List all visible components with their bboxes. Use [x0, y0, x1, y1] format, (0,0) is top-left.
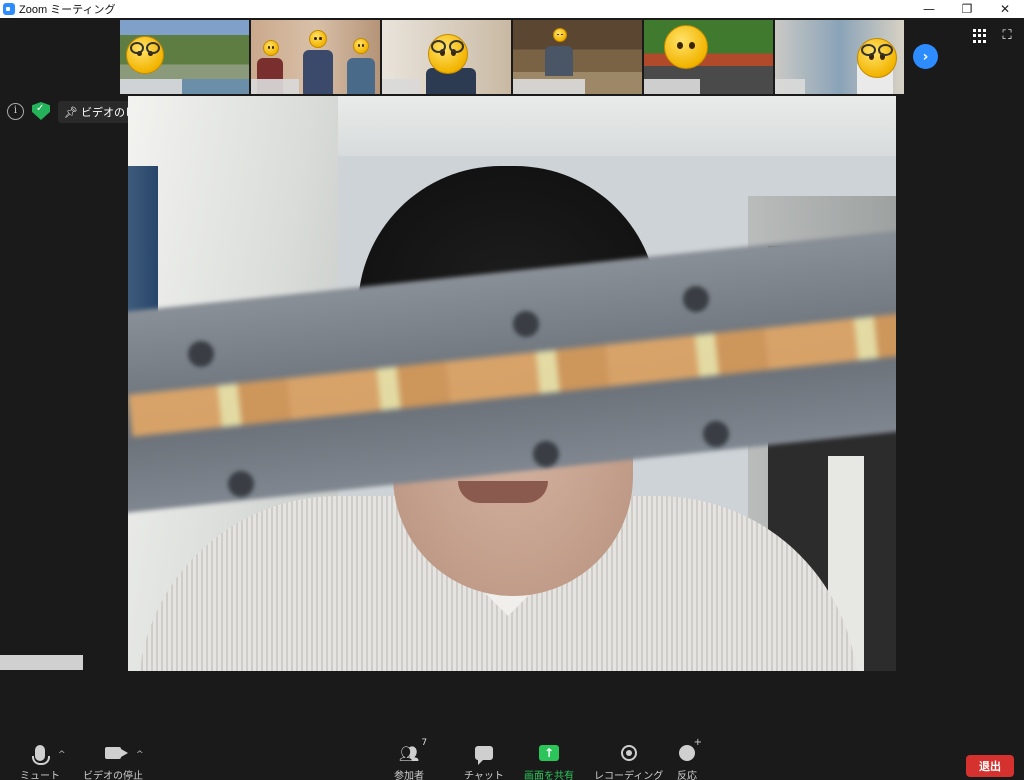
share-screen-icon: ↑ — [539, 745, 559, 761]
name-bar — [775, 79, 805, 94]
audio-options-caret[interactable]: ^ — [58, 750, 66, 760]
name-bar — [644, 79, 700, 94]
stop-video-button[interactable]: ビデオの停止 — [83, 740, 143, 780]
bolt — [228, 471, 254, 497]
face-emoji-icon — [309, 30, 327, 48]
gallery-strip — [120, 20, 904, 94]
minimize-button[interactable]: — — [910, 0, 948, 18]
stop-video-label: ビデオの停止 — [83, 771, 143, 780]
mute-label: ミュート — [20, 771, 60, 780]
video-camera-icon — [105, 747, 128, 759]
mouth — [458, 481, 548, 503]
glasses-icon — [878, 44, 893, 56]
video-options-caret[interactable]: ^ — [136, 750, 144, 760]
participant-thumbnail[interactable] — [120, 20, 249, 94]
face-emoji-icon — [126, 36, 164, 74]
close-button[interactable]: ✕ — [986, 0, 1024, 18]
share-screen-button[interactable]: ↑ 画面を共有 — [524, 740, 574, 780]
participants-count: 7 — [421, 737, 428, 748]
participants-icon: 👥︎ 7 — [398, 737, 428, 763]
window-controls: — ❐ ✕ — [910, 0, 1024, 18]
chevron-right-icon[interactable]: › — [913, 44, 938, 69]
main-video — [128, 96, 896, 671]
chat-button[interactable]: チャット — [464, 740, 504, 780]
person — [303, 50, 333, 94]
record-icon — [620, 745, 637, 761]
record-label: レコーディング — [594, 771, 664, 780]
participants-button[interactable]: 👥︎ 7 参加者 — [394, 737, 428, 780]
confused-face-icon — [664, 25, 708, 69]
chat-label: チャット — [464, 771, 504, 780]
restore-button[interactable]: ❐ — [948, 0, 986, 18]
reactions-label: 反応 — [677, 771, 697, 780]
meeting-info-icon[interactable]: i — [7, 103, 24, 120]
leave-meeting-button[interactable]: 退出 — [966, 755, 1014, 777]
face-emoji-icon — [553, 28, 567, 42]
gallery-view-icon[interactable] — [973, 29, 987, 43]
fullscreen-icon[interactable]: ⛶ — [999, 28, 1015, 44]
bolt — [533, 441, 559, 467]
meeting-toolbar: ミュート ^ ビデオの停止 ^ 👥︎ 7 参加者 チャット ↑ 画面を共有 レコー… — [0, 737, 1024, 780]
participants-label: 参加者 — [394, 771, 424, 780]
bolt — [683, 286, 709, 312]
bolt — [513, 311, 539, 337]
participant-thumbnail[interactable] — [644, 20, 773, 94]
participant-thumbnail[interactable] — [382, 20, 511, 94]
participant-thumbnail[interactable] — [775, 20, 904, 94]
reactions-button[interactable]: 反応 — [677, 737, 702, 780]
microphone-icon — [32, 745, 50, 765]
tongue-face-icon — [857, 38, 897, 78]
mute-button[interactable]: ミュート — [20, 740, 60, 780]
glasses-icon — [130, 42, 144, 54]
pin-icon: 📌︎ — [64, 105, 78, 119]
name-bar — [382, 79, 420, 94]
glasses-icon — [146, 42, 160, 54]
name-bar — [120, 79, 182, 94]
chat-icon — [474, 746, 493, 765]
name-bar — [513, 79, 585, 94]
bolt — [703, 421, 729, 447]
name-bar — [251, 79, 299, 94]
share-screen-label: 画面を共有 — [524, 771, 574, 780]
reaction-emoji-icon — [679, 737, 702, 761]
encryption-shield-icon[interactable] — [32, 102, 50, 120]
face-emoji-icon — [353, 38, 369, 54]
participant-thumbnail[interactable] — [251, 20, 380, 94]
glasses-icon — [861, 44, 876, 56]
window-title: Zoom ミーティング — [19, 4, 116, 16]
self-name-bar — [0, 655, 83, 670]
participant-thumbnail[interactable] — [513, 20, 642, 94]
bolt — [188, 341, 214, 367]
record-button[interactable]: レコーディング — [594, 740, 663, 780]
title-bar: Zoom ミーティング — ❐ ✕ — [0, 0, 1024, 18]
glasses-icon — [431, 40, 446, 53]
glasses-icon — [449, 40, 464, 53]
person — [545, 46, 573, 76]
person — [347, 58, 375, 94]
zoom-app-icon — [3, 3, 15, 15]
face-emoji-icon — [263, 40, 279, 56]
